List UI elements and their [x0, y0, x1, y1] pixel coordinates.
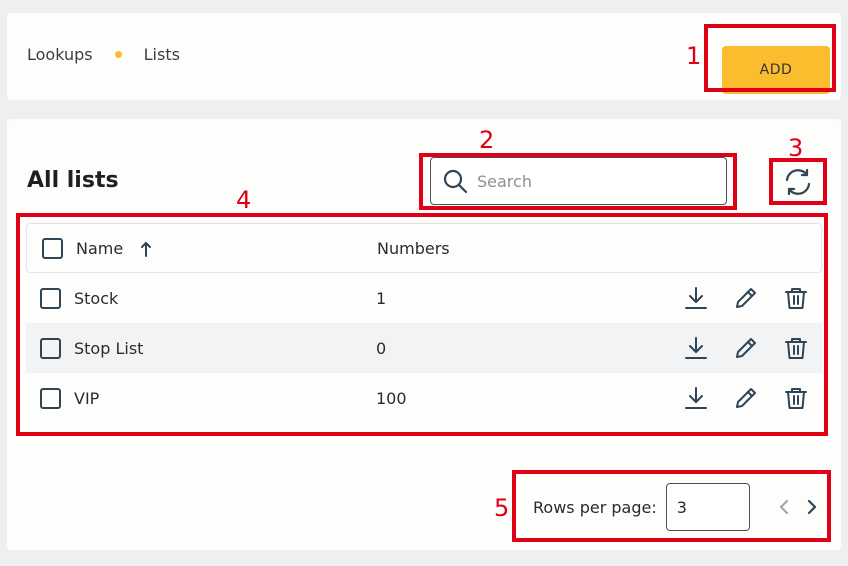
breadcrumb-item-lookups[interactable]: Lookups — [27, 45, 93, 64]
rows-per-page-input[interactable] — [665, 483, 750, 531]
top-bar: Lookups Lists ADD — [7, 13, 841, 100]
list-numbers: 0 — [376, 338, 387, 358]
edit-pencil-icon[interactable] — [733, 385, 759, 411]
list-numbers: 1 — [376, 288, 387, 308]
trash-icon[interactable] — [783, 335, 809, 361]
annotation-label: 2 — [479, 126, 495, 154]
table-row[interactable]: Stop List 0 — [26, 323, 822, 373]
trash-icon[interactable] — [783, 385, 809, 411]
lists-table: Name Numbers Stock 1 Stop List 0 VIP 100 — [26, 223, 822, 423]
annotation-label: 5 — [494, 494, 510, 522]
annotation-label: 1 — [686, 42, 702, 70]
chevron-left-icon[interactable] — [775, 497, 793, 517]
annotation-label: 3 — [788, 134, 804, 162]
select-all-checkbox[interactable] — [42, 237, 63, 259]
breadcrumb-item-lists: Lists — [143, 45, 180, 64]
column-header-name[interactable]: Name — [76, 239, 123, 258]
list-name: VIP — [74, 388, 100, 408]
table-header: Name Numbers — [26, 223, 822, 273]
page-title: All lists — [27, 168, 119, 193]
download-icon[interactable] — [683, 285, 709, 311]
rows-per-page-label: Rows per page: — [533, 497, 657, 517]
table-row[interactable]: VIP 100 — [26, 373, 822, 423]
edit-pencil-icon[interactable] — [733, 335, 759, 361]
lists-panel: All lists Name Numbers Stock 1 — [7, 119, 841, 550]
add-button[interactable]: ADD — [722, 46, 830, 94]
table-row[interactable]: Stock 1 — [26, 273, 822, 323]
list-numbers: 100 — [376, 388, 407, 408]
search-icon — [443, 169, 468, 194]
download-icon[interactable] — [683, 335, 709, 361]
breadcrumb-separator-dot — [114, 51, 122, 58]
search-box[interactable] — [430, 157, 727, 205]
edit-pencil-icon[interactable] — [733, 285, 759, 311]
breadcrumb: Lookups Lists — [27, 45, 180, 64]
sort-arrow-up-icon[interactable] — [139, 239, 153, 259]
list-name: Stock — [74, 288, 119, 308]
search-input[interactable] — [477, 166, 717, 196]
list-name: Stop List — [74, 338, 144, 358]
pagination: Rows per page: — [533, 483, 817, 531]
row-checkbox[interactable] — [40, 337, 61, 359]
row-checkbox[interactable] — [40, 387, 61, 409]
annotation-label: 4 — [236, 186, 252, 214]
row-checkbox[interactable] — [40, 287, 61, 309]
chevron-right-icon[interactable] — [803, 497, 821, 517]
download-icon[interactable] — [683, 385, 709, 411]
trash-icon[interactable] — [783, 285, 809, 311]
refresh-icon[interactable] — [783, 167, 813, 197]
column-header-numbers[interactable]: Numbers — [377, 239, 450, 258]
